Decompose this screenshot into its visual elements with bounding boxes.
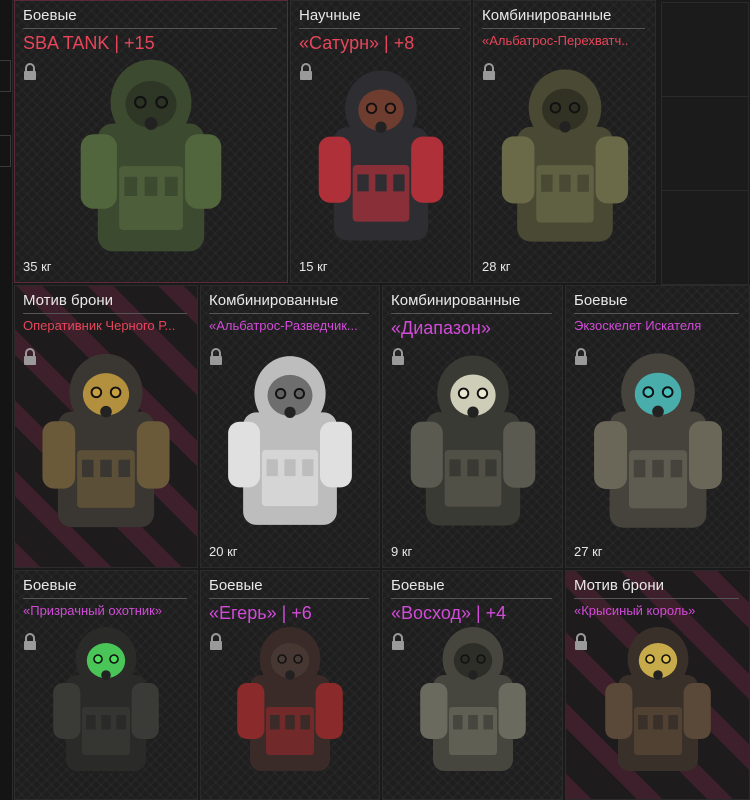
armor-image (29, 619, 183, 784)
empty-slot (661, 2, 749, 97)
armor-category: Мотив брони (23, 292, 187, 314)
armor-name: Экзоскелет Искателя (574, 318, 702, 333)
armor-name: «Егерь» | +6 (209, 603, 312, 623)
armor-card[interactable]: Боевые «Призрачный охотник» (14, 570, 198, 800)
armor-image (397, 619, 548, 784)
armor-card[interactable]: Комбинированные «Диапазон» 9 кг (382, 285, 563, 568)
empty-slot (661, 190, 749, 285)
armor-category: Комбинированные (391, 292, 552, 314)
panel-notch (0, 60, 11, 92)
armor-name: Оперативник Черного Р... (23, 318, 176, 333)
armor-weight: 35 кг (23, 259, 52, 274)
lock-icon (23, 633, 37, 651)
lock-icon (299, 63, 313, 81)
armor-category: Комбинированные (482, 7, 645, 29)
armor-image (488, 49, 641, 267)
armor-name: «Альбатрос-Разведчик... (209, 318, 358, 333)
panel-notch (0, 135, 11, 167)
left-panel-edge (0, 0, 13, 800)
armor-image (29, 334, 183, 552)
armor-name: SBA TANK | +15 (23, 33, 155, 53)
armor-card[interactable]: Научные «Сатурн» | +8 15 кг (290, 0, 471, 283)
lock-icon (391, 633, 405, 651)
armor-card[interactable]: Боевые «Егерь» | +6 (200, 570, 380, 800)
armor-card[interactable]: Мотив брони «Крысиный король» (565, 570, 750, 800)
armor-image (397, 334, 548, 552)
armor-weight: 28 кг (482, 259, 511, 274)
armor-name: «Восход» | +4 (391, 603, 507, 623)
armor-card[interactable]: Боевые «Восход» | +4 (382, 570, 563, 800)
armor-name: «Призрачный охотник» (23, 603, 163, 618)
armor-card[interactable]: Комбинированные «Альбатрос-Перехватч.. 28 … (473, 0, 656, 283)
armor-name: «Диапазон» (391, 318, 491, 338)
lock-icon (391, 348, 405, 366)
armor-weight: 20 кг (209, 544, 238, 559)
lock-icon (574, 348, 588, 366)
armor-image (56, 49, 246, 267)
armor-weight: 9 кг (391, 544, 413, 559)
empty-slot (661, 96, 749, 191)
armor-card[interactable]: Комбинированные «Альбатрос-Разведчик... 20… (200, 285, 380, 568)
armor-category: Боевые (209, 577, 369, 599)
armor-card[interactable]: Боевые SBA TANK | +15 35 кг (14, 0, 288, 283)
armor-image (580, 334, 735, 552)
armor-name: «Сатурн» | +8 (299, 33, 415, 53)
armor-category: Боевые (23, 577, 187, 599)
lock-icon (23, 63, 37, 81)
armor-category: Боевые (23, 7, 277, 29)
armor-image (305, 49, 456, 267)
lock-icon (209, 633, 223, 651)
lock-icon (209, 348, 223, 366)
armor-image (215, 619, 365, 784)
armor-card[interactable]: Боевые Экзоскелет Искателя 27 кг (565, 285, 750, 568)
armor-card[interactable]: Мотив брони Оперативник Черного Р... (14, 285, 198, 568)
armor-weight: 27 кг (574, 544, 603, 559)
armor-image (580, 619, 735, 784)
armor-name: «Крысиный король» (574, 603, 696, 618)
armor-name: «Альбатрос-Перехватч.. (482, 33, 629, 48)
armor-category: Боевые (391, 577, 552, 599)
armor-category: Боевые (574, 292, 739, 314)
lock-icon (482, 63, 496, 81)
armor-category: Мотив брони (574, 577, 739, 599)
lock-icon (574, 633, 588, 651)
armor-category: Комбинированные (209, 292, 369, 314)
armor-category: Научные (299, 7, 460, 29)
armor-image (215, 334, 365, 552)
lock-icon (23, 348, 37, 366)
armor-weight: 15 кг (299, 259, 328, 274)
